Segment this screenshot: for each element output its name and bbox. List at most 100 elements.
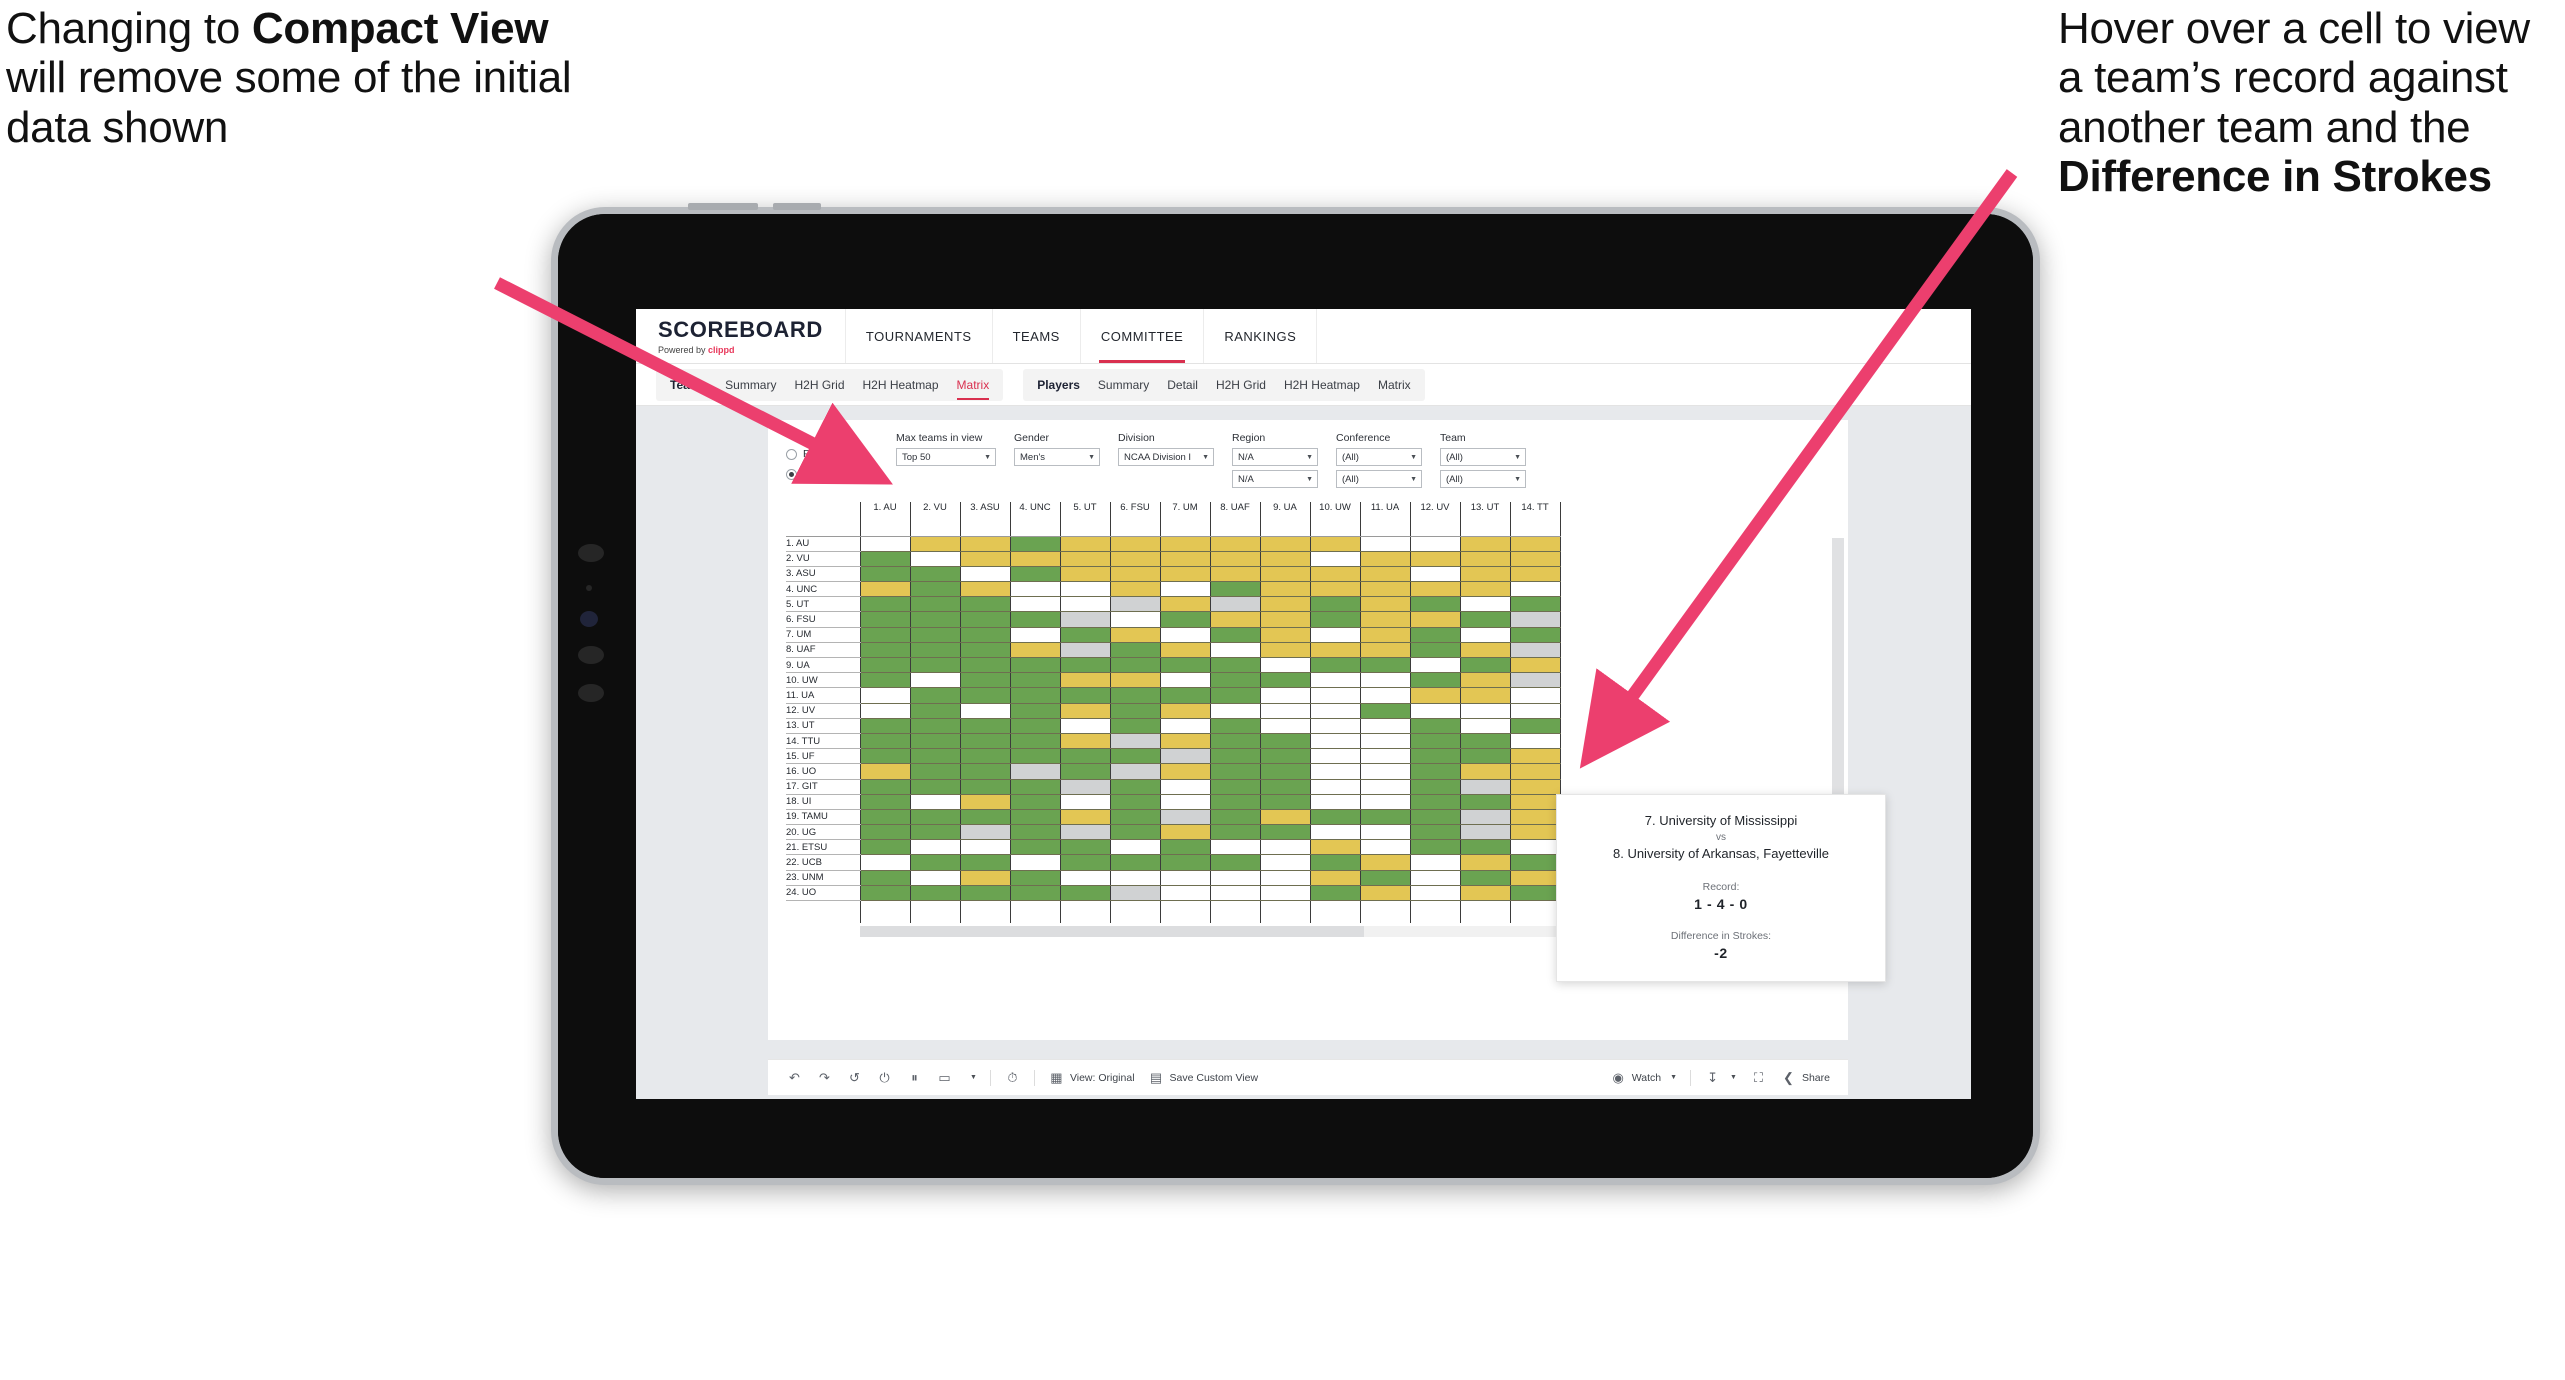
matrix-cell[interactable] [859,611,911,628]
matrix-cell[interactable] [1459,536,1511,552]
matrix-cell[interactable] [1359,642,1411,659]
matrix-cell[interactable] [1159,854,1211,871]
matrix-cell[interactable] [1409,627,1461,643]
matrix-cell[interactable] [1409,596,1461,613]
matrix-cell[interactable] [1059,885,1111,902]
tab-teams-h2h-grid[interactable]: H2H Grid [794,378,844,392]
matrix-cell[interactable] [909,763,961,780]
matrix-cell[interactable] [1159,779,1211,795]
matrix-cell[interactable] [1009,779,1061,795]
matrix-cell[interactable] [909,687,961,704]
matrix-cell[interactable] [1259,627,1311,643]
matrix-cell[interactable] [1159,763,1211,780]
matrix-cell[interactable] [1409,733,1461,750]
matrix-cell[interactable] [1109,900,1161,923]
matrix-cell[interactable] [1109,718,1161,734]
matrix-cell[interactable] [1309,779,1361,795]
matrix-cell[interactable] [1309,824,1361,841]
matrix-cell[interactable] [1159,657,1211,674]
matrix-cell[interactable] [859,657,911,674]
matrix-cell[interactable] [1459,596,1511,613]
select-region-2[interactable]: N/A ▼ [1232,470,1318,488]
select-division[interactable]: NCAA Division I ▼ [1118,448,1214,466]
matrix-cell[interactable] [859,824,911,841]
matrix-cell[interactable] [1109,627,1161,643]
matrix-cell[interactable] [1159,824,1211,841]
matrix-cell[interactable] [1009,824,1061,841]
matrix-cell[interactable] [1359,763,1411,780]
matrix-cell[interactable] [859,748,911,765]
matrix-cell[interactable] [1209,718,1261,734]
matrix-cell[interactable] [859,687,911,704]
matrix-cell[interactable] [1309,566,1361,583]
matrix-cell[interactable] [1209,794,1261,810]
matrix-cell[interactable] [1209,900,1261,923]
matrix-cell[interactable] [1409,642,1461,659]
matrix-cell[interactable] [1209,657,1261,674]
highlight-icon[interactable]: ▭ [936,1069,953,1086]
matrix-cell[interactable] [959,718,1011,734]
matrix-cell[interactable] [1309,642,1361,659]
matrix-cell[interactable] [1159,566,1211,583]
matrix-cell[interactable] [959,794,1011,810]
matrix-cell[interactable] [1109,657,1161,674]
matrix-cell[interactable] [1259,809,1311,826]
matrix-cell[interactable] [1209,885,1261,902]
matrix-cell[interactable] [1009,536,1061,552]
matrix-cell[interactable] [1209,642,1261,659]
matrix-cell[interactable] [859,642,911,659]
matrix-cell[interactable] [1259,885,1311,902]
matrix-cell[interactable] [1059,581,1111,598]
matrix-cell[interactable] [1209,536,1261,552]
chevron-down-icon[interactable]: ▼ [970,1074,977,1081]
matrix-cell[interactable] [1459,581,1511,598]
matrix-cell[interactable] [1409,687,1461,704]
matrix-cell[interactable] [1109,854,1161,871]
matrix-cell[interactable] [1509,900,1561,923]
matrix-cell[interactable] [909,596,961,613]
matrix-cell[interactable] [959,581,1011,598]
matrix-cell[interactable] [1209,733,1261,750]
scrollbar-thumb[interactable] [860,925,1365,937]
matrix-cell[interactable] [859,627,911,643]
select-region-1[interactable]: N/A ▼ [1232,448,1318,466]
matrix-cell[interactable] [1059,870,1111,886]
matrix-cell[interactable] [1509,627,1561,643]
matrix-cell[interactable] [1309,885,1361,902]
matrix-cell[interactable] [1409,581,1461,598]
matrix-cell[interactable] [1409,824,1461,841]
matrix-cell[interactable] [1309,536,1361,552]
matrix-cell[interactable] [1509,733,1561,750]
matrix-cell[interactable] [1209,839,1261,856]
matrix-cell[interactable] [909,642,961,659]
tab-players-head[interactable]: Players [1037,378,1080,392]
matrix-cell[interactable] [1209,611,1261,628]
matrix-cell[interactable] [1459,551,1511,567]
matrix-cell[interactable] [1059,703,1111,719]
matrix-cell[interactable] [1459,703,1511,719]
matrix-cell[interactable] [959,824,1011,841]
matrix-cell[interactable] [959,748,1011,765]
matrix-cell[interactable] [1459,687,1511,704]
matrix-cell[interactable] [859,672,911,689]
matrix-cell[interactable] [1409,703,1461,719]
matrix-cell[interactable] [909,900,961,923]
matrix-cell[interactable] [1059,642,1111,659]
matrix-cell[interactable] [1359,839,1411,856]
matrix-cell[interactable] [1409,885,1461,902]
matrix-cell[interactable] [1409,854,1461,871]
matrix-cell[interactable] [1509,763,1561,780]
matrix-cell[interactable] [1059,718,1111,734]
share-button[interactable]: ❮ Share [1780,1069,1830,1086]
matrix-cell[interactable] [1459,809,1511,826]
matrix-cell[interactable] [1309,733,1361,750]
matrix-cell[interactable] [1409,794,1461,810]
matrix-cell[interactable] [1059,779,1111,795]
radio-compact-view[interactable]: Compact View [786,468,878,480]
matrix-cell[interactable] [1409,763,1461,780]
matrix-cell[interactable] [1509,642,1561,659]
matrix-cell[interactable] [1259,566,1311,583]
matrix-cell[interactable] [1509,551,1561,567]
matrix-cell[interactable] [959,642,1011,659]
matrix-cell[interactable] [1459,854,1511,871]
